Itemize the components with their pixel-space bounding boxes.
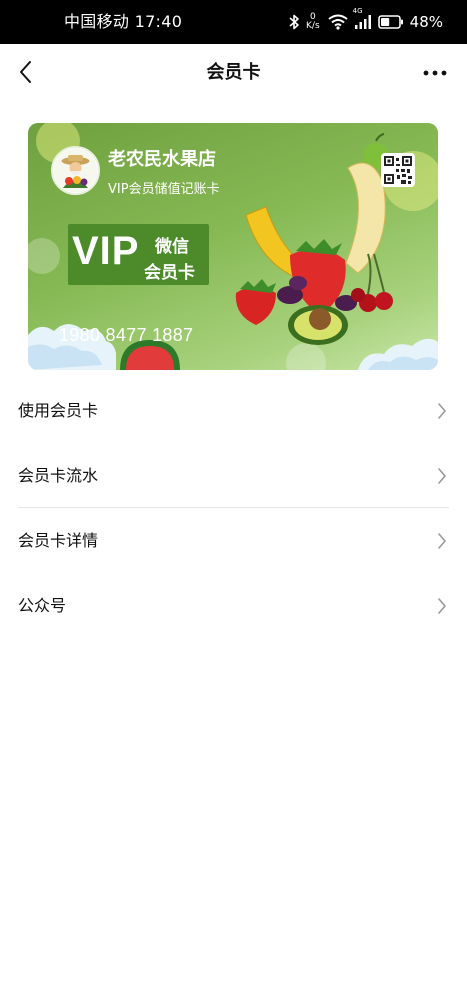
status-icons: 0 K/s 4G 48%: [288, 0, 443, 44]
chevron-right-icon: [438, 598, 446, 614]
store-name: 老农民水果店: [108, 149, 216, 170]
member-card[interactable]: 老农民水果店 VIP会员储值记账卡 VIP 微信 会员卡 1980 8477 1…: [28, 123, 438, 370]
signal-icon: [354, 15, 371, 29]
signal-group: 4G: [353, 8, 372, 30]
farmer-logo-icon: [53, 148, 98, 193]
menu-item-label: 使用会员卡: [18, 401, 99, 420]
nav-bar: 会员卡: [0, 44, 467, 102]
wifi-icon: [328, 14, 348, 30]
more-button[interactable]: [419, 58, 451, 88]
store-logo: [51, 146, 100, 195]
carrier-time: 中国移动 17:40: [64, 12, 183, 31]
net-speed-unit: K/s: [306, 21, 320, 31]
battery-percent: 48%: [409, 13, 443, 31]
menu-item-card-transactions[interactable]: 会员卡流水: [0, 443, 467, 508]
menu-item-label: 公众号: [18, 596, 67, 615]
vip-badge: VIP 微信 会员卡: [68, 224, 209, 285]
badge-line-wechat: 微信: [155, 237, 189, 257]
more-horizontal-icon: [423, 70, 447, 76]
menu-item-official-account[interactable]: 公众号: [0, 573, 467, 638]
qr-code-button[interactable]: [381, 153, 415, 187]
menu-item-label: 会员卡流水: [18, 466, 99, 485]
status-bar: 中国移动 17:40 0 K/s 4G 48%: [0, 0, 467, 44]
battery-fill: [380, 18, 389, 26]
bluetooth-icon: [289, 14, 299, 30]
chevron-right-icon: [438, 533, 446, 549]
card-number: 1980 8477 1887: [59, 325, 194, 345]
vip-label: VIP: [72, 229, 140, 273]
badge-line-member-card: 会员卡: [144, 263, 195, 283]
card-subtitle: VIP会员储值记账卡: [108, 182, 220, 197]
menu-item-card-details[interactable]: 会员卡详情: [0, 508, 467, 573]
page-title: 会员卡: [206, 62, 261, 83]
menu-item-label: 会员卡详情: [18, 531, 99, 550]
menu-item-use-card[interactable]: 使用会员卡: [0, 378, 467, 443]
qr-code-icon: [384, 156, 412, 184]
net-speed: 0 K/s: [306, 13, 320, 31]
network-type: 4G: [352, 7, 363, 15]
chevron-right-icon: [438, 403, 446, 419]
battery-icon: [377, 15, 403, 29]
chevron-right-icon: [438, 468, 446, 484]
